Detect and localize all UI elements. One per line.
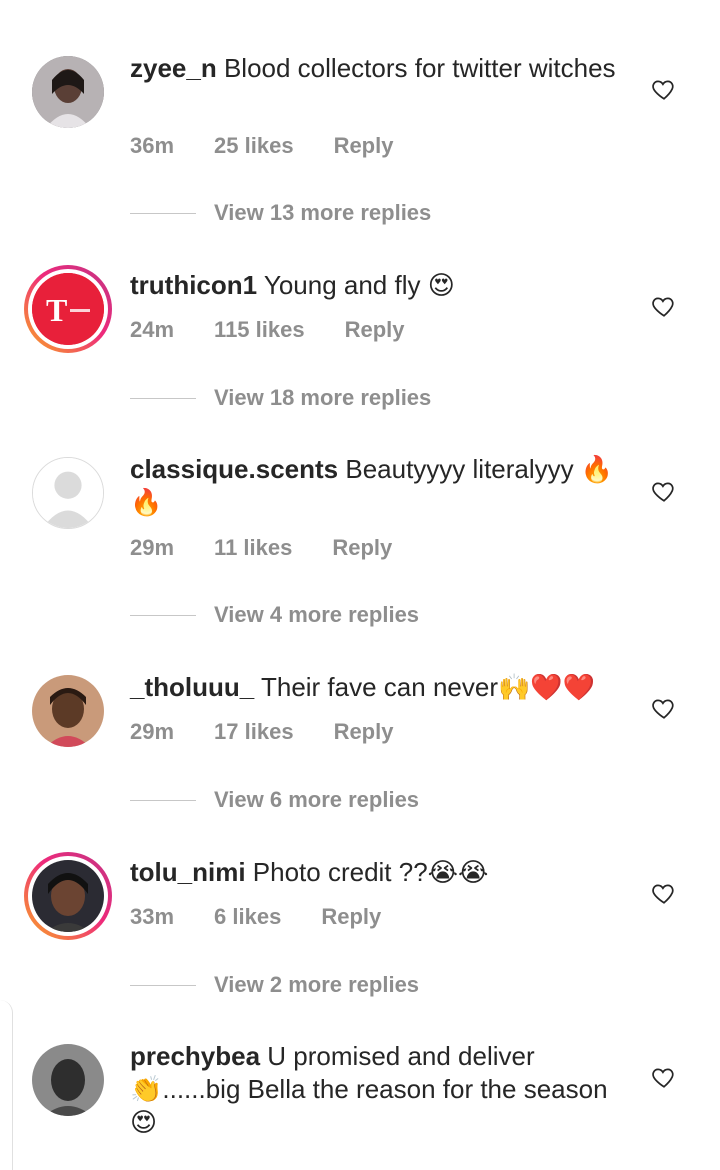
view-replies-button[interactable]: View 13 more replies: [130, 193, 630, 233]
comment-text: tolu_nimi Photo credit ??😭😭: [130, 856, 630, 889]
comment-body: Their fave can never🙌❤️❤️: [254, 672, 596, 702]
comment-meta: 29m 17 likes Reply: [130, 719, 433, 745]
divider-line: [130, 799, 196, 801]
heart-outline-icon[interactable]: [651, 695, 677, 721]
comment-text: zyee_n Blood collectors for twitter witc…: [130, 52, 630, 85]
avatar[interactable]: [32, 457, 104, 529]
avatar: [32, 860, 104, 932]
avatar[interactable]: [32, 1044, 104, 1116]
view-replies-label: View 6 more replies: [214, 787, 420, 812]
comment-username[interactable]: zyee_n: [130, 53, 217, 83]
divider-line: [130, 614, 196, 616]
default-avatar-icon: [33, 458, 103, 528]
avatar-story-ring[interactable]: [24, 852, 112, 940]
view-replies-button[interactable]: View 6 more replies: [130, 780, 630, 820]
heart-outline-icon[interactable]: [651, 478, 677, 504]
view-replies-label: View 2 more replies: [214, 972, 420, 997]
avatar[interactable]: [32, 675, 104, 747]
avatar-photo: [32, 860, 104, 932]
view-replies-button[interactable]: View 18 more replies: [130, 378, 630, 418]
comment-body: Young and fly 😍: [257, 270, 455, 300]
comment-text: classique.scents Beautyyyy literalyyy 🔥 …: [130, 453, 630, 519]
reply-button[interactable]: Reply: [334, 719, 394, 745]
divider-line: [130, 984, 196, 986]
view-replies-button[interactable]: View 4 more replies: [130, 595, 630, 635]
comment-username[interactable]: classique.scents: [130, 454, 338, 484]
avatar[interactable]: [32, 56, 104, 128]
svg-text:T: T: [46, 292, 67, 328]
comment-time: 29m: [130, 535, 175, 560]
comment-username[interactable]: prechybea: [130, 1041, 260, 1071]
comment-meta: 24m 115 likes Reply: [130, 317, 445, 343]
view-replies-label: View 13 more replies: [214, 200, 432, 225]
comment-text: _tholuuu_ Their fave can never🙌❤️❤️: [130, 671, 630, 704]
heart-outline-icon[interactable]: [651, 880, 677, 906]
comment-username[interactable]: tolu_nimi: [130, 857, 246, 887]
comment-likes[interactable]: 17 likes: [214, 719, 294, 745]
comment-likes[interactable]: 25 likes: [214, 133, 294, 159]
comment-likes[interactable]: 6 likes: [214, 904, 281, 930]
avatar-story-ring[interactable]: T: [24, 265, 112, 353]
reply-button[interactable]: Reply: [332, 535, 392, 561]
view-replies-label: View 18 more replies: [214, 385, 432, 410]
avatar-photo: [32, 1044, 104, 1116]
avatar: T: [32, 273, 104, 345]
scroll-edge-decoration: [0, 1000, 13, 1170]
comment-time: 24m: [130, 317, 175, 342]
comment-likes[interactable]: 11 likes: [214, 535, 292, 561]
view-replies-button[interactable]: View 2 more replies: [130, 965, 630, 1005]
reply-button[interactable]: Reply: [334, 133, 394, 159]
comment-meta: 33m 6 likes Reply: [130, 904, 421, 930]
avatar-photo: [32, 56, 104, 128]
heart-outline-icon[interactable]: [651, 1064, 677, 1090]
truthicon-logo-icon: T: [32, 273, 104, 345]
comment-likes[interactable]: 115 likes: [214, 317, 305, 343]
comment-username[interactable]: _tholuuu_: [130, 672, 254, 702]
view-replies-label: View 4 more replies: [214, 602, 420, 627]
comment-body: Photo credit ??😭😭: [245, 857, 489, 887]
divider-line: [130, 212, 196, 214]
comment-username[interactable]: truthicon1: [130, 270, 257, 300]
avatar-photo: [32, 675, 104, 747]
divider-line: [130, 397, 196, 399]
comment-text: prechybea U promised and deliver 👏......…: [130, 1040, 630, 1139]
comment-meta: 36m 25 likes Reply: [130, 133, 433, 159]
comment-text: truthicon1 Young and fly 😍: [130, 269, 630, 302]
heart-outline-icon[interactable]: [651, 76, 677, 102]
reply-button[interactable]: Reply: [345, 317, 405, 343]
reply-button[interactable]: Reply: [321, 904, 381, 930]
comment-meta: 29m 11 likes Reply: [130, 535, 432, 561]
comment-time: 33m: [130, 904, 175, 929]
comment-body: Blood collectors for twitter witches: [216, 53, 616, 83]
comment-time: 36m: [130, 133, 175, 158]
comment-time: 29m: [130, 719, 175, 744]
heart-outline-icon[interactable]: [651, 293, 677, 319]
